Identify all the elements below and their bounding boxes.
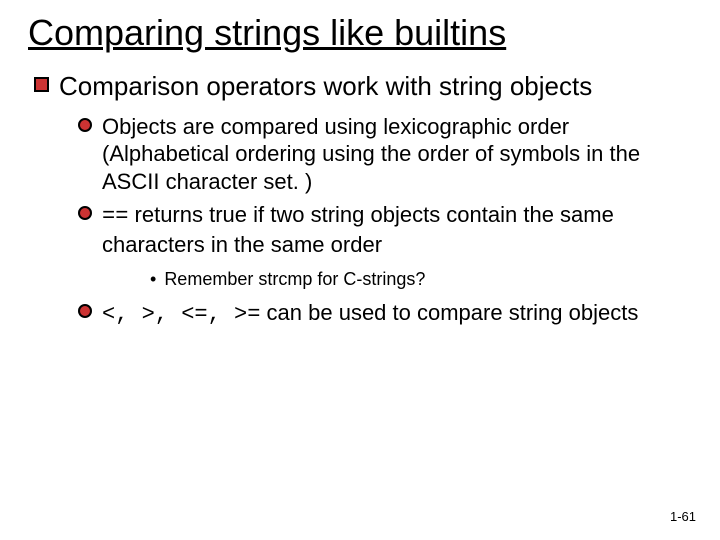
slide-title: Comparing strings like builtins [28, 12, 692, 53]
bullet-row: Comparison operators work with string ob… [34, 71, 692, 102]
subsub-text: Remember strcmp for C-strings? [164, 268, 425, 291]
bullet-level-1: Comparison operators work with string ob… [34, 71, 692, 329]
circle-bullet-icon [78, 118, 92, 132]
sub-3-rest: can be used to compare string objects [260, 300, 638, 325]
bullet-level-3: • Remember strcmp for C-strings? [150, 268, 692, 291]
bullet-1-text: Comparison operators work with string ob… [59, 71, 592, 102]
sub-3-text: <, >, <=, >= can be used to compare stri… [102, 299, 692, 329]
sub-2-rest: returns true if two string objects conta… [102, 202, 614, 257]
code-equals: == [102, 204, 128, 229]
bullet-level-2: Objects are compared using lexicographic… [78, 113, 692, 196]
bullet-level-2: <, >, <=, >= can be used to compare stri… [78, 299, 692, 329]
square-bullet-icon [34, 77, 49, 92]
circle-bullet-icon [78, 206, 92, 220]
bullet-level-2: == returns true if two string objects co… [78, 201, 692, 258]
circle-bullet-icon [78, 304, 92, 318]
sub-2-text: == returns true if two string objects co… [102, 201, 692, 258]
sub-1-text: Objects are compared using lexicographic… [102, 113, 692, 196]
slide: Comparing strings like builtins Comparis… [0, 0, 720, 540]
level-2-block: Objects are compared using lexicographic… [78, 113, 692, 329]
code-operators: <, >, <=, >= [102, 302, 260, 327]
dot-bullet-icon: • [150, 268, 156, 291]
page-number: 1-61 [670, 509, 696, 524]
